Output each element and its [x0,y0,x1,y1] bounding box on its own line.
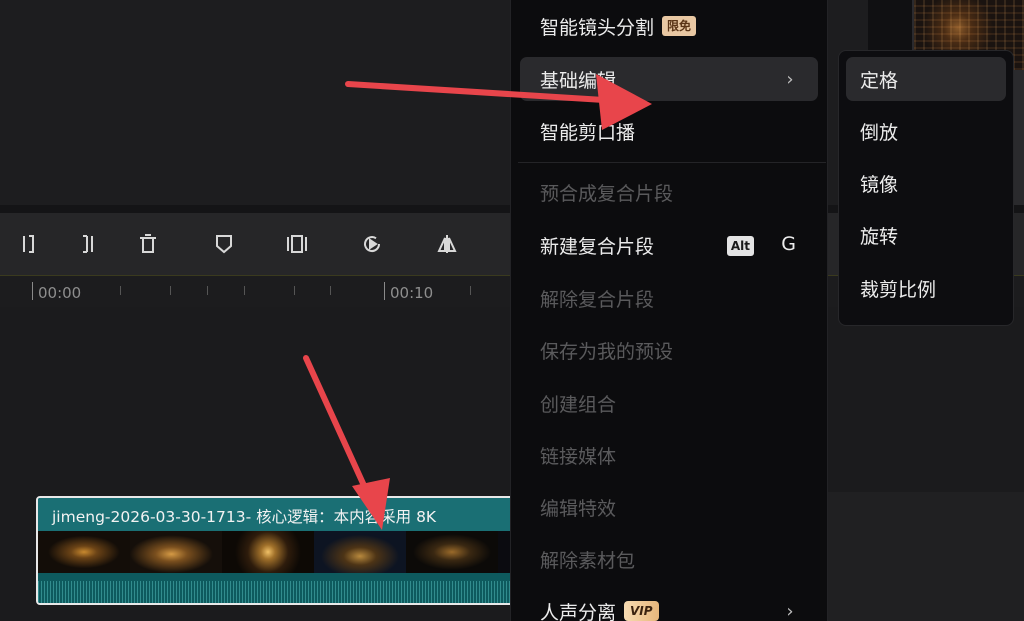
menu-item-label: 新建复合片段 [540,235,655,258]
video-clip[interactable]: jimeng-2026-03-30-1713- 核心逻辑：本内容采用 8K [36,496,556,605]
clip-thumbnails [38,531,554,573]
timeline-track-lane [828,492,1024,621]
submenu-item-rotate[interactable]: 旋转 [846,213,1006,257]
freeze-frame-icon[interactable] [283,229,311,259]
menu-item-precompose[interactable]: 预合成复合片段 [520,170,818,214]
properties-panel-edge [1014,70,1024,210]
menu-item-smart-mouth-cut[interactable]: 智能剪口播 [520,109,818,153]
menu-item-label: 解除复合片段 [540,288,655,311]
ruler-label-10s: 00:10 [390,284,434,302]
mirror-icon[interactable] [433,229,461,259]
menu-item-edit-effects[interactable]: 编辑特效 [520,485,818,529]
menu-item-label: 基础编辑 [540,69,617,92]
clip-frame [38,531,130,573]
chevron-right-icon: › [786,68,794,90]
menu-item-label: 预合成复合片段 [540,182,674,205]
split-right-icon[interactable] [76,229,104,259]
menu-item-basic-edit[interactable]: 基础编辑 › [520,57,818,101]
shortcut-modifier: Alt [726,236,754,256]
audio-waveform [38,573,554,603]
clip-frame [314,531,406,573]
shortcut-key: G [781,233,796,255]
clip-title: jimeng-2026-03-30-1713- 核心逻辑：本内容采用 8K [38,498,554,531]
clip-frame [406,531,498,573]
submenu-item-reverse[interactable]: 倒放 [846,109,1006,153]
menu-item-label: 创建组合 [540,393,617,416]
menu-item-label: 智能镜头分割 [540,16,655,39]
split-left-icon[interactable] [16,229,44,259]
menu-item-label: 解除素材包 [540,549,636,572]
menu-item-release-compound[interactable]: 解除复合片段 [520,276,818,320]
vip-badge: VIP [624,601,659,621]
menu-item-label: 人声分离 [540,601,617,621]
clip-frame [130,531,222,573]
free-badge: 限免 [662,16,697,36]
ruler-label-start: 00:00 [38,284,82,302]
submenu-item-mirror[interactable]: 镜像 [846,161,1006,205]
menu-item-label: 保存为我的预设 [540,340,674,363]
marker-icon[interactable] [210,229,238,259]
menu-item-link-media[interactable]: 链接媒体 [520,433,818,477]
clip-frame [222,531,314,573]
submenu-item-freeze[interactable]: 定格 [846,57,1006,101]
menu-item-label: 链接媒体 [540,445,617,468]
speed-icon[interactable] [358,229,386,259]
menu-item-release-pack[interactable]: 解除素材包 [520,537,818,581]
menu-item-smart-scene-cut[interactable]: 智能镜头分割 限免 [520,4,818,48]
menu-item-create-group[interactable]: 创建组合 [520,381,818,425]
submenu-item-crop-ratio[interactable]: 裁剪比例 [846,266,1006,310]
menu-item-voice-separation[interactable]: 人声分离 VIP › [520,589,818,621]
menu-item-label: 编辑特效 [540,497,617,520]
menu-item-label: 智能剪口播 [540,121,636,144]
chevron-right-icon: › [786,600,794,621]
menu-item-new-compound-clip[interactable]: 新建复合片段 Alt G [520,223,818,267]
menu-divider [518,162,826,163]
delete-icon[interactable] [134,229,162,259]
menu-item-save-preset[interactable]: 保存为我的预设 [520,328,818,372]
